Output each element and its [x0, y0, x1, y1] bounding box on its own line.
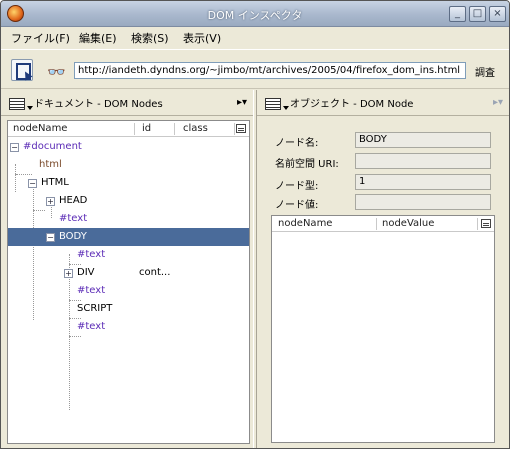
expand-icon[interactable]: +: [46, 197, 55, 206]
node-name: SCRIPT: [77, 303, 113, 314]
tree-row-body[interactable]: − BODY: [8, 228, 249, 246]
menu-file[interactable]: ファイル(F): [11, 30, 70, 46]
node-name: BODY: [59, 231, 87, 242]
namespace-uri-field[interactable]: [355, 153, 491, 169]
title-bar: DOM インスペクタ _ □ ×: [1, 1, 509, 27]
column-id[interactable]: id: [142, 123, 151, 134]
tree-line: [69, 336, 81, 337]
inspect-button[interactable]: 調査: [475, 64, 495, 79]
node-value-field[interactable]: [355, 194, 491, 210]
tree-row-html[interactable]: − HTML: [8, 174, 249, 192]
node-name: #text: [77, 249, 106, 260]
collapse-icon[interactable]: −: [10, 143, 19, 152]
column-separator: [134, 123, 135, 135]
object-panel: オブジェクト - DOM Node ▸▾ ノード名: BODY 名前空間 URI…: [257, 90, 509, 448]
node-name: #text: [77, 321, 106, 332]
dom-tree[interactable]: nodeName id class − #document html − HTM…: [7, 120, 250, 444]
node-name: #document: [23, 141, 82, 152]
column-separator: [234, 123, 235, 135]
tree-row-text[interactable]: #text: [8, 282, 249, 300]
node-type-field[interactable]: 1: [355, 174, 491, 190]
tree-row-text[interactable]: #text: [8, 246, 249, 264]
url-input[interactable]: [74, 62, 466, 79]
binoculars-icon[interactable]: 👓: [47, 63, 66, 81]
column-nodename[interactable]: nodeName: [278, 218, 332, 229]
collapse-icon[interactable]: −: [46, 233, 55, 242]
node-name: HEAD: [59, 195, 88, 206]
node-id: cont...: [139, 267, 171, 278]
tree-row-text[interactable]: #text: [8, 210, 249, 228]
document-panel: ドキュメント - DOM Nodes ▸▾ nodeName id class: [1, 90, 253, 448]
toolbar: 👓 調査: [1, 49, 509, 89]
viewer-list-icon[interactable]: [265, 98, 289, 110]
tree-row-document[interactable]: − #document: [8, 138, 249, 156]
inspect-element-icon[interactable]: [11, 59, 33, 81]
window-title: DOM インスペクタ: [207, 9, 303, 22]
tree-row-text[interactable]: #text: [8, 318, 249, 336]
object-panel-title: オブジェクト - DOM Node: [290, 99, 414, 110]
collapse-icon[interactable]: −: [28, 179, 37, 188]
node-name: html: [39, 159, 62, 170]
tree-row-div[interactable]: + DIV cont...: [8, 264, 249, 282]
panel-menu-icon[interactable]: ▸▾: [237, 97, 247, 108]
namespace-uri-label: 名前空間 URI:: [275, 159, 339, 170]
column-picker-icon[interactable]: [236, 124, 246, 133]
tree-header: nodeName id class: [8, 121, 249, 137]
node-name: HTML: [41, 177, 69, 188]
tree-row-script[interactable]: SCRIPT: [8, 300, 249, 318]
attributes-table-header: nodeName nodeValue: [272, 216, 494, 232]
node-type-label: ノード型:: [275, 181, 319, 192]
node-name: #text: [77, 285, 106, 296]
node-name-label: ノード名:: [275, 138, 319, 149]
column-separator: [376, 218, 377, 230]
node-name-field[interactable]: BODY: [355, 132, 491, 148]
dom-inspector-window: DOM インスペクタ _ □ × ファイル(F) 編集(E) 検索(S) 表示(…: [0, 0, 510, 449]
menu-edit[interactable]: 編集(E): [79, 30, 117, 46]
expand-icon[interactable]: +: [64, 269, 73, 278]
column-nodename[interactable]: nodeName: [13, 123, 67, 134]
maximize-button[interactable]: □: [469, 6, 486, 22]
node-name: DIV: [77, 267, 95, 278]
attributes-table[interactable]: nodeName nodeValue: [271, 215, 495, 443]
column-nodevalue[interactable]: nodeValue: [382, 218, 434, 229]
document-panel-title: ドキュメント - DOM Nodes: [34, 99, 163, 110]
close-button[interactable]: ×: [489, 6, 506, 22]
node-name: #text: [59, 213, 88, 224]
document-panel-header: ドキュメント - DOM Nodes ▸▾: [1, 90, 253, 116]
menu-search[interactable]: 検索(S): [131, 30, 169, 46]
tree-row-doctype[interactable]: html: [8, 156, 249, 174]
menu-bar: ファイル(F) 編集(E) 検索(S) 表示(V): [1, 27, 509, 47]
column-separator: [477, 218, 478, 230]
node-value-label: ノード値:: [275, 200, 319, 211]
column-picker-icon[interactable]: [481, 219, 491, 228]
column-separator: [174, 123, 175, 135]
column-class[interactable]: class: [183, 123, 208, 134]
minimize-button[interactable]: _: [449, 6, 466, 22]
object-panel-header: オブジェクト - DOM Node ▸▾: [257, 90, 509, 116]
tree-row-head[interactable]: + HEAD: [8, 192, 249, 210]
viewer-list-icon[interactable]: [9, 98, 33, 110]
menu-view[interactable]: 表示(V): [183, 30, 221, 46]
panel-menu-icon: ▸▾: [492, 97, 503, 108]
